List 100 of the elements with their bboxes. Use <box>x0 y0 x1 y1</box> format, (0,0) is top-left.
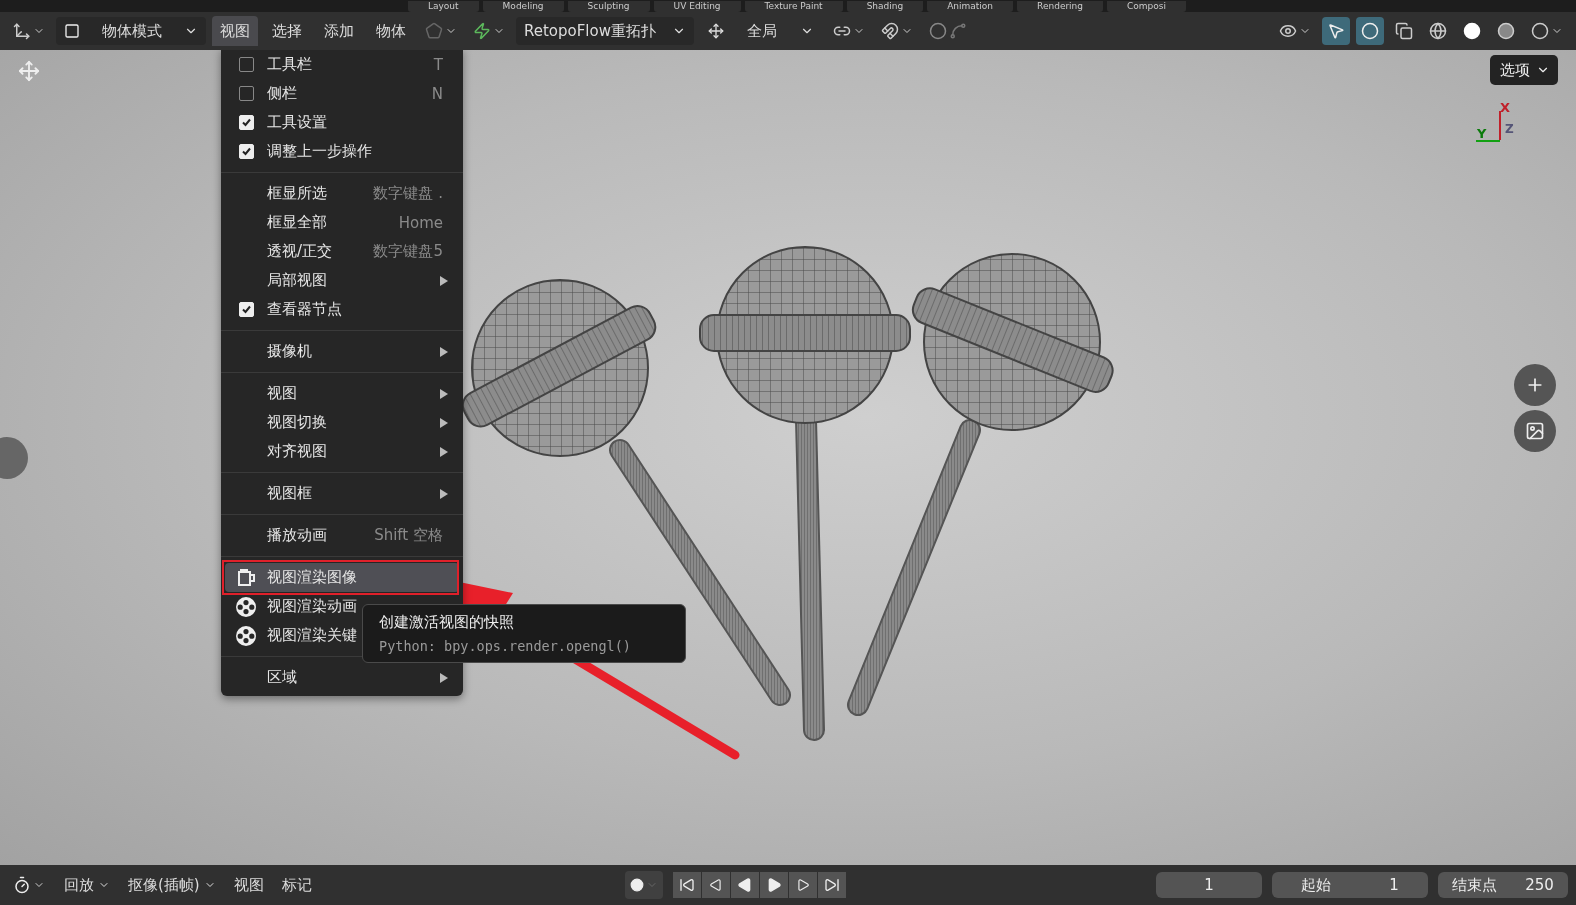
shortcut-text: 数字键盘 . <box>373 184 443 203</box>
header-menu[interactable]: 物体 <box>368 16 414 46</box>
next-keyframe-button[interactable] <box>789 872 818 898</box>
menu-item[interactable]: 视图 <box>225 379 459 408</box>
workspace-tab[interactable]: UV Editing <box>653 1 741 12</box>
shortcut-text: 数字键盘5 <box>373 242 443 261</box>
workspace-tab[interactable]: Modeling <box>482 1 564 12</box>
shortcut-text: T <box>433 55 443 74</box>
globe-icon <box>1429 22 1447 40</box>
options-dropdown[interactable]: 选项 <box>1490 55 1558 85</box>
menu-item[interactable]: 框显所选 数字键盘 . <box>225 179 459 208</box>
shortcut-text: N <box>431 84 443 103</box>
pointer-icon <box>1327 22 1345 40</box>
circle-icon <box>929 22 947 40</box>
render-image-icon <box>235 566 257 589</box>
circle-icon <box>1497 22 1515 40</box>
tooltip-python: Python: bpy.ops.render.opengl() <box>379 638 632 654</box>
menu-item[interactable]: 工具设置 <box>225 108 459 137</box>
end-label: 结束点 <box>1452 875 1498 895</box>
submenu-arrow-icon <box>439 488 449 499</box>
jump-end-button[interactable] <box>818 872 847 898</box>
axis-label: Y <box>1477 126 1487 141</box>
end-value: 250 <box>1525 876 1554 894</box>
tooltip-title: 创建激活视图的快照 <box>379 613 515 632</box>
picture-icon <box>1525 421 1545 441</box>
zoom-button[interactable] <box>1514 364 1556 406</box>
eye-icon <box>1279 22 1297 40</box>
workspace-tab[interactable]: Sculpting <box>567 1 650 12</box>
transform-tool-icon <box>18 60 40 82</box>
menu-item[interactable]: 视图框 <box>225 479 459 508</box>
end-frame-field[interactable]: 结束点 250 <box>1438 872 1568 898</box>
menu-item[interactable]: 摄像机 <box>225 337 459 366</box>
header-menu[interactable]: 选择 <box>264 16 310 46</box>
shape-icon <box>425 22 443 40</box>
circle-icon <box>1361 22 1379 40</box>
axis-gizmo-drawing[interactable] <box>1475 110 1501 142</box>
film-reel-icon <box>235 624 257 647</box>
submenu-arrow-icon <box>439 672 449 683</box>
prev-keyframe-button[interactable] <box>702 872 731 898</box>
overlays-button[interactable] <box>1356 17 1384 45</box>
workspace-tab[interactable]: Texture Paint <box>744 1 843 12</box>
workspace-tab[interactable]: Shading <box>846 1 924 12</box>
circle-icon <box>1463 22 1481 40</box>
timeline-menu[interactable]: 视图 <box>229 875 268 895</box>
current-frame-field[interactable]: 1 <box>1156 872 1262 898</box>
menu-item[interactable]: 框显全部 Home <box>225 208 459 237</box>
start-frame-field[interactable]: 起始 1 <box>1272 872 1428 898</box>
submenu-arrow-icon <box>439 417 449 428</box>
timeline-menu[interactable]: 回放 <box>60 875 114 895</box>
lightning-icon <box>473 22 491 40</box>
menu-item[interactable]: 工具栏 T <box>225 50 459 79</box>
magnet-icon <box>881 22 899 40</box>
menu-item[interactable]: 区域 <box>225 663 459 692</box>
play-reverse-button[interactable] <box>731 872 760 898</box>
shortcut-text: Home <box>398 213 443 232</box>
start-label: 起始 <box>1301 875 1332 895</box>
play-button[interactable] <box>760 872 789 898</box>
record-button[interactable] <box>625 871 664 899</box>
submenu-arrow-icon <box>439 346 449 357</box>
triangle-icon <box>796 878 811 892</box>
skip-forward-icon <box>824 877 841 893</box>
menu-item[interactable]: 局部视图 <box>225 266 459 295</box>
gizmo-button[interactable] <box>1322 17 1350 45</box>
submenu-arrow-icon <box>439 388 449 399</box>
submenu-arrow-icon <box>439 275 449 286</box>
workspace-tab[interactable]: Rendering <box>1017 1 1104 12</box>
clock-icon <box>13 876 31 894</box>
overlap-squares-icon <box>1395 22 1413 40</box>
axis-label: X <box>1500 100 1511 115</box>
orientation-dropdown[interactable]: 全局 <box>700 17 822 45</box>
camera-view-button[interactable] <box>1514 410 1556 452</box>
header-menu[interactable]: 视图 <box>212 16 258 46</box>
menu-item[interactable]: 透视/正交 数字键盘5 <box>225 237 459 266</box>
timeline-menu[interactable]: 抠像(插帧) <box>124 875 220 895</box>
circle-icon <box>1531 22 1549 40</box>
axis-label: Z <box>1505 122 1514 136</box>
curve-icon <box>949 22 967 40</box>
menu-item[interactable]: 视图渲染图像 <box>225 563 459 592</box>
menu-item[interactable]: 查看器节点 <box>225 295 459 324</box>
menu-item[interactable]: 播放动画 Shift 空格 <box>225 521 459 550</box>
menu-item[interactable]: 对齐视图 <box>225 437 459 466</box>
mode-dropdown[interactable]: 物体模式 <box>56 17 206 45</box>
header-menu[interactable]: 添加 <box>316 16 362 46</box>
menu-item[interactable]: 视图切换 <box>225 408 459 437</box>
dot-icon <box>630 878 645 892</box>
workspace-tab[interactable]: Layout <box>408 1 479 12</box>
timeline-menu[interactable]: 标记 <box>277 875 316 895</box>
triangle-icon <box>709 878 724 892</box>
workspace-tab[interactable]: Animation <box>927 1 1014 12</box>
menu-item[interactable]: 调整上一步操作 <box>225 137 459 166</box>
submenu-arrow-icon <box>439 446 449 457</box>
skip-back-icon <box>679 877 696 893</box>
checkbox[interactable] <box>238 57 254 72</box>
addon-dropdown[interactable]: RetopoFlow重拓扑 <box>516 17 694 45</box>
workspace-tab[interactable]: Composi <box>1107 1 1186 12</box>
menu-item[interactable]: 侧栏 N <box>225 79 459 108</box>
start-value: 1 <box>1389 876 1399 894</box>
jump-start-button[interactable] <box>673 872 702 898</box>
checkbox[interactable] <box>238 86 254 101</box>
play-icon <box>766 877 783 893</box>
